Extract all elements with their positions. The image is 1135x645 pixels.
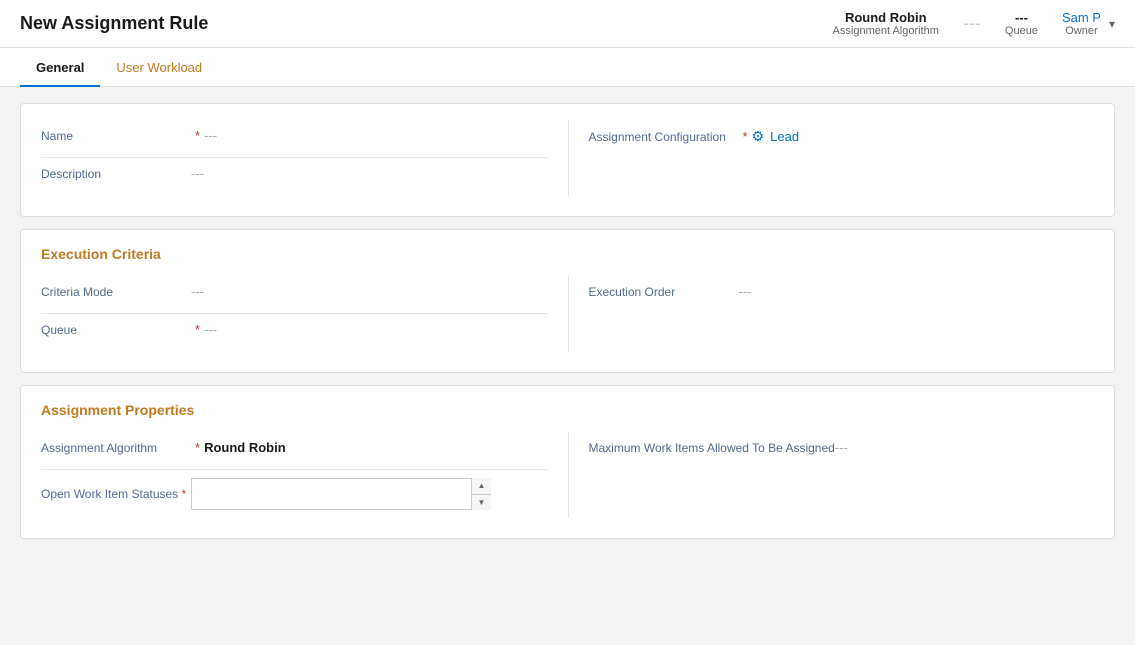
top-header: New Assignment Rule Round Robin Assignme… [0, 0, 1135, 48]
queue-meta: --- Queue [1005, 10, 1038, 37]
header-meta-group: Round Robin Assignment Algorithm --- ---… [833, 10, 1115, 37]
assignment-properties-grid: Assignment Algorithm * Round Robin Open … [41, 432, 1094, 518]
max-work-value: --- [835, 440, 848, 455]
criteria-mode-value: --- [191, 284, 204, 299]
queue-field: Queue * --- [41, 314, 548, 352]
queue-label: Queue [41, 323, 191, 337]
select-arrow-up-button[interactable]: ▲ [472, 478, 491, 495]
page-title: New Assignment Rule [20, 13, 208, 34]
execution-left-col: Criteria Mode --- Queue * --- [41, 276, 568, 352]
execution-criteria-card: Execution Criteria Criteria Mode --- Que… [20, 229, 1115, 373]
execution-criteria-grid: Criteria Mode --- Queue * --- Execution … [41, 276, 1094, 352]
open-work-select-wrapper[interactable]: ▲ ▼ [191, 478, 491, 510]
tabs-bar: General User Workload [0, 48, 1135, 87]
owner-label: Owner [1062, 25, 1101, 37]
assignment-properties-right-col: Maximum Work Items Allowed To Be Assigne… [568, 432, 1095, 518]
algorithm-value: Round Robin [845, 10, 927, 25]
general-form-grid: Name * --- Description --- Assignment Co… [41, 120, 1094, 196]
general-fields-card: Name * --- Description --- Assignment Co… [20, 103, 1115, 217]
assignment-config-field: Assignment Configuration * ⚙ Lead [589, 120, 1095, 158]
open-work-required: * [182, 487, 187, 501]
owner-meta: Sam P Owner ▾ [1062, 10, 1115, 37]
name-field: Name * --- [41, 120, 548, 158]
open-work-label: Open Work Item Statuses * [41, 487, 191, 501]
assignment-properties-title: Assignment Properties [41, 402, 1094, 418]
max-work-field: Maximum Work Items Allowed To Be Assigne… [589, 432, 1095, 470]
name-label: Name [41, 129, 191, 143]
criteria-mode-label: Criteria Mode [41, 285, 191, 299]
select-arrows: ▲ ▼ [471, 478, 491, 510]
queue-value: --- [204, 322, 217, 337]
open-work-field: Open Work Item Statuses * ▲ ▼ [41, 470, 548, 518]
execution-order-field: Execution Order --- [589, 276, 1095, 314]
tab-user-workload[interactable]: User Workload [100, 48, 218, 87]
assignment-algorithm-field: Assignment Algorithm * Round Robin [41, 432, 548, 470]
general-left-col: Name * --- Description --- [41, 120, 568, 196]
owner-value[interactable]: Sam P [1062, 10, 1101, 25]
algorithm-meta: Round Robin Assignment Algorithm [833, 10, 939, 37]
assignment-properties-card: Assignment Properties Assignment Algorit… [20, 385, 1115, 539]
name-value: --- [204, 128, 217, 143]
person-icon: ⚙ [752, 128, 765, 145]
max-work-label: Maximum Work Items Allowed To Be Assigne… [589, 441, 835, 455]
content-area: Name * --- Description --- Assignment Co… [0, 87, 1135, 555]
algorithm-label: Assignment Algorithm [833, 25, 939, 37]
header-divider-1: --- [963, 13, 981, 34]
assignment-properties-left-col: Assignment Algorithm * Round Robin Open … [41, 432, 568, 518]
header-right: Round Robin Assignment Algorithm --- ---… [833, 10, 1115, 37]
description-field: Description --- [41, 158, 548, 196]
name-required: * [195, 128, 200, 143]
assignment-algorithm-label: Assignment Algorithm [41, 441, 191, 455]
execution-order-value: --- [739, 284, 752, 299]
assignment-config-value[interactable]: ⚙ Lead [752, 128, 799, 145]
queue-label: Queue [1005, 25, 1038, 37]
open-work-input[interactable] [191, 478, 491, 510]
queue-required: * [195, 322, 200, 337]
select-arrow-down-button[interactable]: ▼ [472, 495, 491, 511]
execution-right-col: Execution Order --- [568, 276, 1095, 352]
queue-value: --- [1015, 10, 1028, 25]
assignment-config-label: Assignment Configuration [589, 130, 739, 144]
page-wrapper: New Assignment Rule Round Robin Assignme… [0, 0, 1135, 645]
description-value: --- [191, 166, 204, 181]
execution-order-label: Execution Order [589, 285, 739, 299]
assignment-algorithm-required: * [195, 440, 200, 455]
tab-general[interactable]: General [20, 48, 100, 87]
assignment-config-required: * [743, 129, 748, 144]
owner-chevron-icon[interactable]: ▾ [1109, 17, 1115, 31]
assignment-algorithm-value: Round Robin [204, 440, 286, 455]
criteria-mode-field: Criteria Mode --- [41, 276, 548, 314]
execution-criteria-title: Execution Criteria [41, 246, 1094, 262]
general-right-col: Assignment Configuration * ⚙ Lead [568, 120, 1095, 196]
description-label: Description [41, 167, 191, 181]
